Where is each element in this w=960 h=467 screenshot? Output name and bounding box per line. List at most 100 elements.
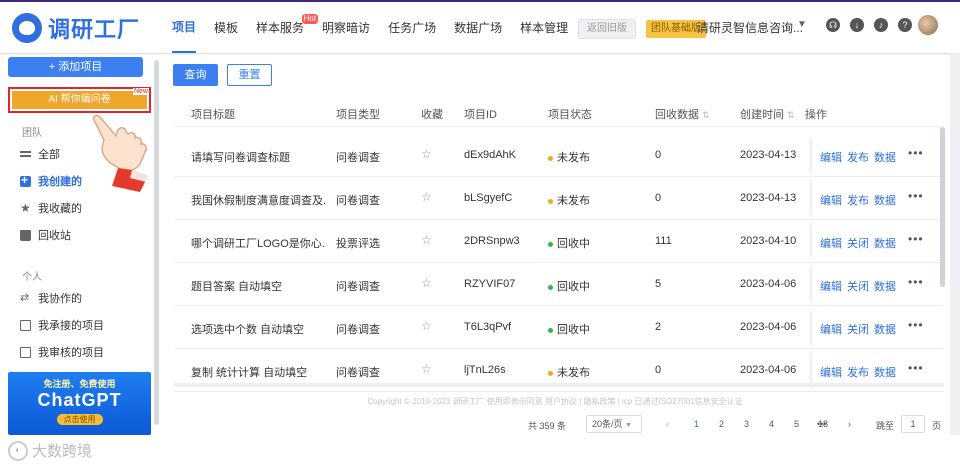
- download-icon[interactable]: ↓: [850, 18, 864, 32]
- page-3[interactable]: 3: [744, 419, 749, 429]
- status-label: 回收中: [557, 281, 590, 293]
- project-id: ljTnL26s: [464, 364, 506, 376]
- page-1[interactable]: 1: [694, 419, 699, 429]
- table-row[interactable]: 请填写问卷调查标题 问卷调查 ☆ dEx9dAhK 未发布 0 2023-04-13 编辑 发布…: [174, 134, 944, 177]
- bottom-area: [0, 435, 960, 467]
- more-icon[interactable]: •••: [908, 189, 924, 203]
- nav-item-projects[interactable]: 项目: [172, 3, 197, 53]
- nav-item-data-square[interactable]: 数据广场: [454, 2, 502, 54]
- goto-page-input[interactable]: 1: [901, 415, 925, 433]
- action-link[interactable]: 发布: [847, 364, 869, 380]
- nav-item-mystery-visit[interactable]: 明察暗访: [322, 2, 370, 54]
- next-page-icon[interactable]: ›: [848, 419, 851, 429]
- table-row[interactable]: 题目答案 自动填空 问卷调查 ☆ RZYVIF07 回收中 5 2023-04-06 编辑 关闭…: [174, 263, 944, 306]
- data-link[interactable]: 数据: [874, 321, 896, 337]
- headset-icon[interactable]: ☊: [826, 18, 840, 32]
- edit-link[interactable]: 编辑: [820, 321, 842, 337]
- edit-link[interactable]: 编辑: [820, 235, 842, 251]
- project-title[interactable]: 我国休假制度满意度调查及...: [191, 192, 326, 208]
- project-title[interactable]: 复制 统计计算 自动填空: [191, 364, 326, 380]
- page-2[interactable]: 2: [719, 419, 724, 429]
- action-link[interactable]: 关闭: [847, 278, 869, 294]
- reset-button[interactable]: 重置: [227, 64, 272, 86]
- project-type: 投票评选: [336, 238, 380, 250]
- page-4[interactable]: 4: [769, 419, 774, 429]
- more-icon[interactable]: •••: [908, 146, 924, 160]
- sort-icon[interactable]: ⇅: [787, 110, 795, 120]
- nav-item-task-square[interactable]: 任务广场: [388, 2, 436, 54]
- action-link[interactable]: 发布: [847, 149, 869, 165]
- project-id: T6L3qPvf: [464, 321, 512, 333]
- data-link[interactable]: 数据: [874, 192, 896, 208]
- project-title[interactable]: 选项选中个数 自动填空: [191, 321, 326, 337]
- promo-cta-button[interactable]: 点击使用: [56, 414, 103, 425]
- project-status: 未发布: [548, 149, 590, 165]
- back-to-old-version-button[interactable]: 返回旧版: [578, 19, 636, 39]
- sidebar-item-undertaken[interactable]: 我承接的项目: [20, 316, 104, 334]
- star-outline-icon[interactable]: ☆: [421, 362, 432, 376]
- star-outline-icon[interactable]: ☆: [421, 276, 432, 290]
- page-size-select[interactable]: 20条/页 ▼: [586, 415, 642, 433]
- action-link[interactable]: 关闭: [847, 321, 869, 337]
- ai-questionnaire-button[interactable]: AI 帮你编问卷: [12, 91, 147, 109]
- sidebar-item-trash[interactable]: 回收站: [20, 226, 71, 244]
- edit-link[interactable]: 编辑: [820, 192, 842, 208]
- logo[interactable]: 调研工厂: [12, 12, 140, 44]
- star-outline-icon[interactable]: ☆: [421, 233, 432, 247]
- sidebar-item-favorites[interactable]: ★ 我收藏的: [20, 199, 82, 217]
- total-count: 共 359 条: [528, 421, 567, 431]
- column-header-responses[interactable]: 回收数据 ⇅: [655, 106, 710, 122]
- add-project-button[interactable]: + 添加项目: [8, 57, 143, 77]
- more-icon[interactable]: •••: [908, 232, 924, 246]
- data-link[interactable]: 数据: [874, 235, 896, 251]
- chevron-down-icon: ▼: [625, 422, 632, 429]
- sidebar-item-created[interactable]: 我创建的: [20, 172, 82, 190]
- project-title[interactable]: 请填写问卷调查标题: [191, 149, 326, 165]
- help-icon[interactable]: ?: [898, 18, 912, 32]
- page-18[interactable]: 18: [818, 419, 828, 429]
- action-link[interactable]: 关闭: [847, 235, 869, 251]
- data-link[interactable]: 数据: [874, 149, 896, 165]
- sidebar-item-all[interactable]: 全部: [20, 145, 60, 163]
- sidebar-item-collaborated[interactable]: ⇄ 我协作的: [20, 289, 82, 307]
- brand-name: 调研工厂: [48, 17, 141, 42]
- column-header-created[interactable]: 创建时间 ⇅: [740, 106, 795, 122]
- chevron-down-icon[interactable]: ▼: [797, 19, 807, 30]
- more-icon[interactable]: •••: [908, 361, 924, 375]
- prev-page-icon[interactable]: ‹: [666, 419, 669, 429]
- bell-icon[interactable]: ♪: [874, 18, 888, 32]
- table-horizontal-scrollbar[interactable]: [174, 383, 944, 387]
- star-outline-icon[interactable]: ☆: [421, 190, 432, 204]
- data-link[interactable]: 数据: [874, 278, 896, 294]
- star-outline-icon[interactable]: ☆: [421, 319, 432, 333]
- table-row[interactable]: 我国休假制度满意度调查及... 问卷调查 ☆ bLSgyefC 未发布 0 2023-04-…: [174, 177, 944, 220]
- chatgpt-promo-banner[interactable]: 免注册、免费使用 ChatGPT 点击使用: [8, 372, 151, 435]
- nav-item-sample-service[interactable]: 样本服务 Hot: [256, 2, 319, 54]
- avatar[interactable]: [918, 15, 938, 35]
- sidebar-item-reviewed[interactable]: 我审核的项目: [20, 343, 104, 361]
- page-5[interactable]: 5: [794, 419, 799, 429]
- nav-item-sample-management[interactable]: 样本管理: [520, 2, 568, 54]
- table-row[interactable]: 选项选中个数 自动填空 问卷调查 ☆ T6L3qPvf 回收中 2 2023-04-06 编辑…: [174, 306, 944, 349]
- response-count: 111: [655, 235, 672, 247]
- watermark: ◐ 大数跨境: [8, 440, 92, 461]
- org-name[interactable]: 清研灵智信息咨询...: [697, 19, 803, 36]
- more-icon[interactable]: •••: [908, 275, 924, 289]
- star-outline-icon[interactable]: ☆: [421, 147, 432, 161]
- more-icon[interactable]: •••: [908, 318, 924, 332]
- edit-link[interactable]: 编辑: [820, 364, 842, 380]
- table-row[interactable]: 哪个调研工厂LOGO是你心... 投票评选 ☆ 2DRSnpw3 回收中 111 2023-…: [174, 220, 944, 263]
- project-title[interactable]: 题目答案 自动填空: [191, 278, 326, 294]
- nav-item-templates[interactable]: 模板: [214, 2, 238, 54]
- data-link[interactable]: 数据: [874, 364, 896, 380]
- edit-link[interactable]: 编辑: [820, 149, 842, 165]
- sidebar-item-label: 回收站: [38, 230, 71, 242]
- project-title[interactable]: 哪个调研工厂LOGO是你心...: [191, 235, 326, 251]
- edit-link[interactable]: 编辑: [820, 278, 842, 294]
- action-link[interactable]: 发布: [847, 192, 869, 208]
- table-vertical-scrollbar[interactable]: [940, 127, 945, 287]
- column-header-status: 项目状态: [548, 109, 592, 121]
- query-button[interactable]: 查询: [173, 64, 218, 86]
- response-count: 0: [655, 192, 662, 204]
- sort-icon[interactable]: ⇅: [702, 110, 710, 120]
